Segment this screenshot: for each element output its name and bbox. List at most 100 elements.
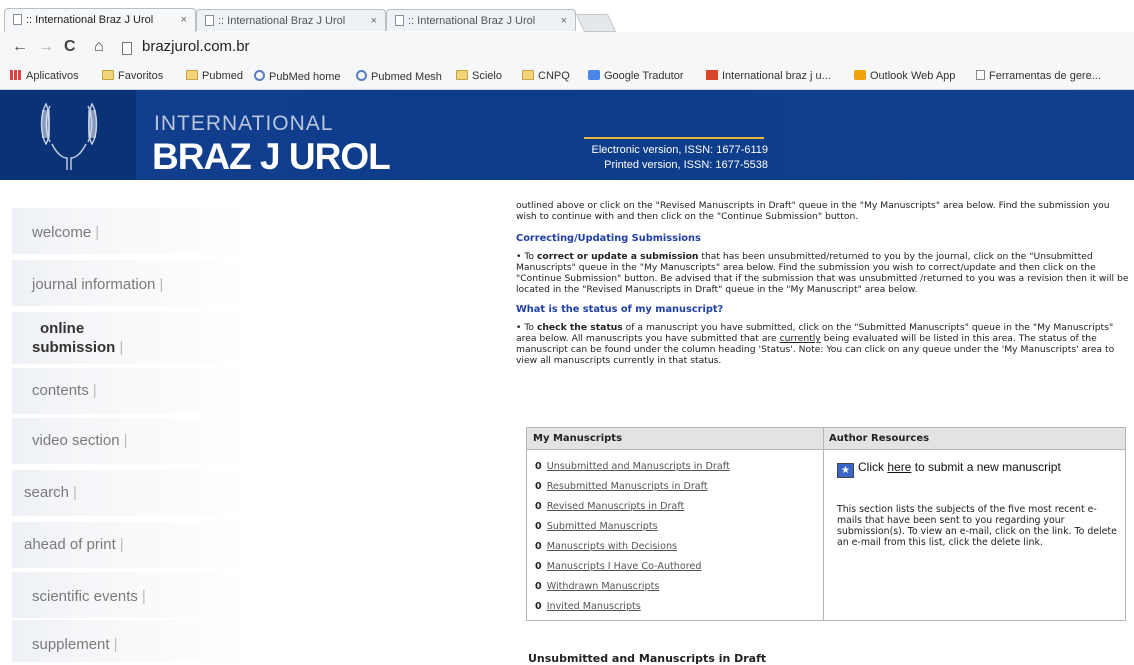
new-tab-button[interactable]: [575, 14, 617, 32]
issn-electronic: Electronic version, ISSN: 1677-6119: [591, 144, 769, 156]
bookmark-label: International braz j u...: [722, 70, 831, 82]
queue-row[interactable]: 0 Invited Manuscripts: [535, 601, 641, 612]
queue-link[interactable]: Unsubmitted and Manuscripts in Draft: [547, 461, 730, 472]
queue-link[interactable]: Withdrawn Manuscripts: [547, 581, 660, 592]
star-icon[interactable]: ★: [837, 463, 854, 478]
queue-row[interactable]: 0 Submitted Manuscripts: [535, 521, 658, 532]
bookmark-outlook[interactable]: Outlook Web App: [854, 70, 955, 82]
bookmark-pubmed[interactable]: Pubmed: [186, 70, 243, 82]
bookmark-scielo[interactable]: Scielo: [456, 70, 502, 82]
queue-section-heading: Unsubmitted and Manuscripts in Draft: [528, 652, 767, 665]
folder-icon: [102, 70, 114, 80]
bookmark-ferramentas[interactable]: Ferramentas de gere...: [976, 70, 1101, 82]
main-content: outlined above or click on the "Revised …: [516, 200, 1130, 366]
nav-label-line1: online: [40, 320, 85, 337]
queue-row[interactable]: 0 Manuscripts I Have Co-Authored: [535, 561, 701, 572]
nav-video-section[interactable]: video section |: [12, 418, 252, 464]
close-tab-icon[interactable]: ×: [371, 10, 377, 31]
bookmark-pubmed-mesh[interactable]: Pubmed Mesh: [356, 70, 442, 83]
page-icon: [395, 15, 404, 26]
nav-contents[interactable]: contents |: [12, 368, 252, 414]
queue-count: 0: [535, 541, 542, 552]
nav-label: ahead of print: [24, 536, 116, 553]
browser-tab[interactable]: :: International Braz J Urol ×: [386, 9, 576, 31]
queue-count: 0: [535, 481, 542, 492]
section-heading-correcting: Correcting/Updating Submissions: [516, 233, 701, 244]
back-arrow-icon[interactable]: ←: [12, 38, 28, 56]
folder-icon: [522, 70, 534, 80]
brand-subtitle: INTERNATIONAL: [154, 112, 334, 135]
nav-journal-information[interactable]: journal information |: [12, 260, 252, 306]
browser-tabstrip: :: International Braz J Urol × :: Intern…: [0, 0, 1134, 32]
browser-tab[interactable]: :: International Braz J Urol ×: [196, 9, 386, 31]
nav-label: video section: [32, 432, 120, 449]
queue-count: 0: [535, 461, 542, 472]
queue-link[interactable]: Revised Manuscripts in Draft: [547, 501, 685, 512]
bookmark-label: Favoritos: [118, 70, 164, 82]
bookmark-label: Scielo: [472, 70, 502, 82]
bookmark-label: Ferramentas de gere...: [989, 70, 1101, 82]
bookmark-cnpq[interactable]: CNPQ: [522, 70, 570, 82]
forward-arrow-icon[interactable]: →: [38, 38, 54, 56]
queue-link[interactable]: Manuscripts I Have Co-Authored: [547, 561, 702, 572]
reload-icon[interactable]: C: [64, 38, 76, 56]
bookmark-apps[interactable]: Aplicativos: [10, 70, 79, 82]
bookmark-label: Outlook Web App: [870, 70, 956, 82]
address-bar-row: ← → C ⌂ brazjurol.com.br: [0, 32, 1134, 64]
queue-row[interactable]: 0 Unsubmitted and Manuscripts in Draft: [535, 461, 730, 472]
nav-separator: |: [73, 484, 77, 501]
page-icon: [13, 14, 22, 25]
section-heading-status: What is the status of my manuscript?: [516, 304, 724, 315]
my-manuscripts-heading: My Manuscripts: [533, 433, 623, 444]
queue-row[interactable]: 0 Revised Manuscripts in Draft: [535, 501, 684, 512]
queue-row[interactable]: 0 Withdrawn Manuscripts: [535, 581, 659, 592]
queue-count: 0: [535, 501, 542, 512]
author-resources-heading: Author Resources: [829, 433, 930, 444]
translate-icon: [588, 70, 600, 80]
bookmark-label: CNPQ: [538, 70, 570, 82]
queue-link[interactable]: Manuscripts with Decisions: [547, 541, 677, 552]
bookmark-label: Pubmed: [202, 70, 243, 82]
queue-link[interactable]: Invited Manuscripts: [547, 601, 641, 612]
logo[interactable]: [0, 90, 136, 180]
queue-count: 0: [535, 521, 542, 532]
queue-row[interactable]: 0 Manuscripts with Decisions: [535, 541, 677, 552]
bookmark-google-tradutor[interactable]: Google Tradutor: [588, 70, 684, 82]
queue-row[interactable]: 0 Resubmitted Manuscripts in Draft: [535, 481, 708, 492]
nav-separator: |: [92, 382, 97, 399]
tab-label: :: International Braz J Urol: [218, 15, 346, 27]
apps-icon: [10, 70, 22, 80]
queue-link[interactable]: Submitted Manuscripts: [547, 521, 658, 532]
queue-count: 0: [535, 561, 542, 572]
nav-supplement[interactable]: supplement |: [12, 620, 252, 662]
correcting-paragraph: • To correct or update a submission that…: [516, 251, 1129, 295]
issn-printed: Printed version, ISSN: 1677-5538: [604, 159, 768, 171]
browser-tab[interactable]: :: International Braz J Urol ×: [4, 8, 196, 32]
bookmark-ibju[interactable]: International braz j u...: [706, 70, 831, 82]
nav-separator: |: [119, 339, 124, 356]
queue-link[interactable]: Resubmitted Manuscripts in Draft: [547, 481, 708, 492]
bookmark-favoritos[interactable]: Favoritos: [102, 70, 163, 82]
pubmed-icon: [356, 70, 367, 81]
url-field[interactable]: brazjurol.com.br: [142, 38, 250, 55]
submit-new-manuscript: ★ Click here to submit a new manuscript: [837, 460, 1061, 478]
page-icon: [122, 42, 132, 55]
nav-label-line2: submission: [32, 339, 116, 356]
page-icon: [976, 70, 985, 80]
nav-scientific-events[interactable]: scientific events |: [12, 572, 252, 618]
bookmark-pubmed-home[interactable]: PubMed home: [254, 70, 341, 83]
brand-title: BRAZ J UROL: [152, 136, 391, 177]
column-divider: [823, 428, 824, 620]
queue-count: 0: [535, 581, 542, 592]
folder-icon: [456, 70, 468, 80]
submit-here-link[interactable]: here: [887, 460, 911, 474]
close-tab-icon[interactable]: ×: [181, 9, 187, 31]
nav-search[interactable]: search |: [12, 470, 252, 516]
nav-online-submission[interactable]: online submission |: [12, 312, 252, 364]
nav-welcome[interactable]: welcome |: [12, 208, 252, 254]
home-icon[interactable]: ⌂: [94, 38, 104, 56]
nav-separator: |: [141, 588, 146, 605]
nav-ahead-of-print[interactable]: ahead of print |: [12, 522, 252, 568]
close-tab-icon[interactable]: ×: [561, 10, 567, 31]
issn-divider: [584, 137, 764, 139]
